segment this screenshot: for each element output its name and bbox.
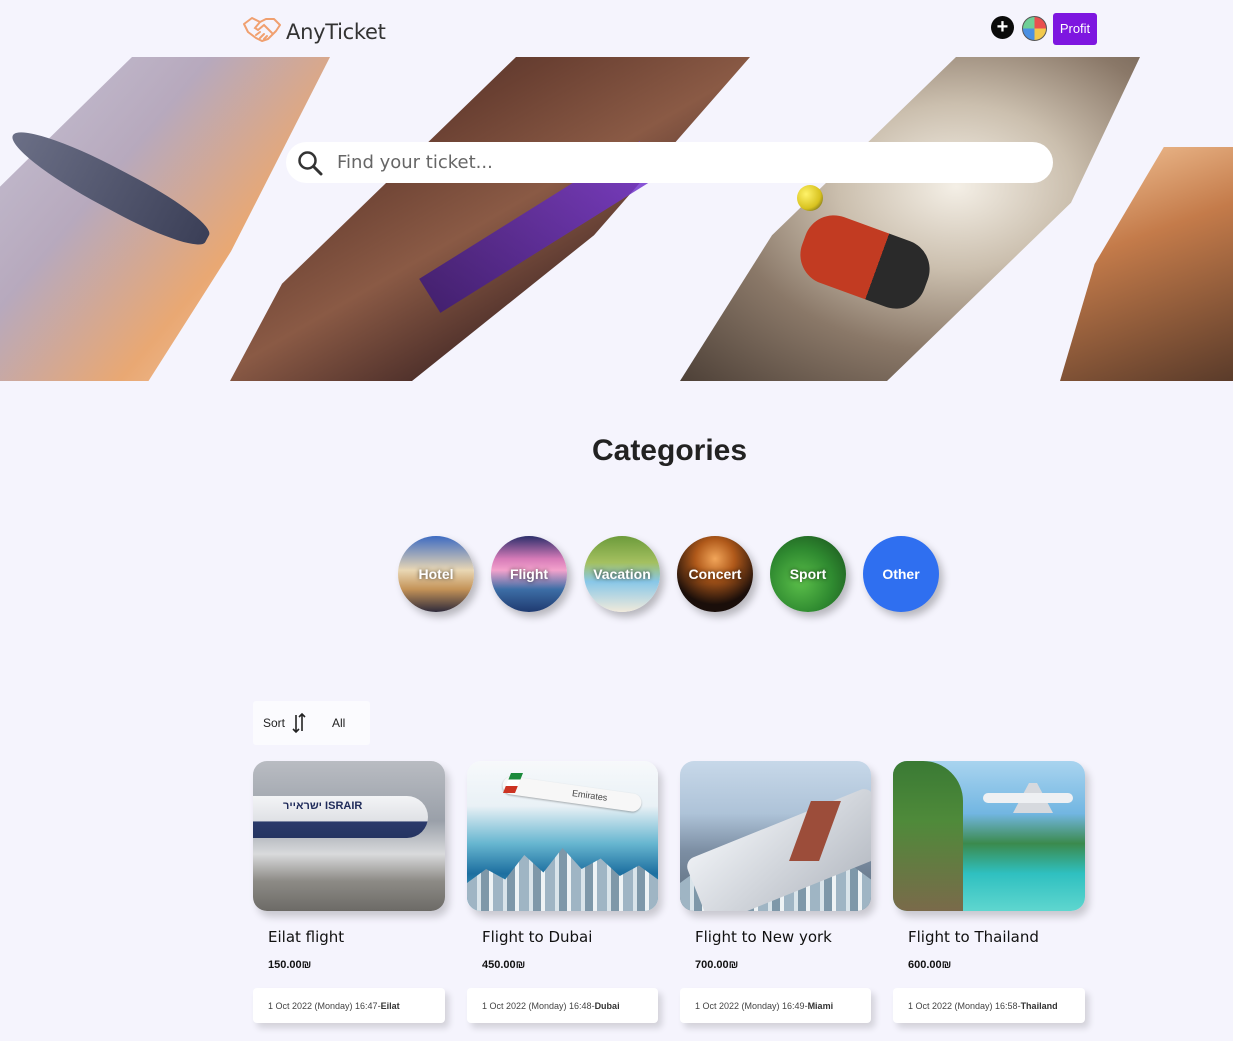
ticket-card[interactable]: ישראייר ISRAIR Eilat flight 150.00₪ 1 Oc… <box>253 761 445 1023</box>
football-splash-image <box>680 57 1140 381</box>
sort-arrows-icon[interactable] <box>291 712 307 734</box>
ticket-date: 1 Oct 2022 (Monday) 16:48- <box>482 1000 595 1011</box>
hero-banner <box>0 57 1233 381</box>
brand-logo[interactable]: AnyTicket <box>242 14 386 49</box>
football-ball <box>797 185 823 211</box>
category-list: Hotel Flight Vacation Concert Sport Othe… <box>398 536 939 612</box>
category-concert[interactable]: Concert <box>677 536 753 612</box>
ticket-footer: 1 Oct 2022 (Monday) 16:47- Eilat <box>253 988 445 1023</box>
ticket-date: 1 Oct 2022 (Monday) 16:47- <box>268 1000 381 1011</box>
filter-all[interactable]: All <box>332 716 345 730</box>
ticket-card[interactable]: Flight to New york 700.00₪ 1 Oct 2022 (M… <box>680 761 871 1023</box>
emirates-plane: Emirates <box>501 775 643 813</box>
ticket-date: 1 Oct 2022 (Monday) 16:58- <box>908 1000 1021 1011</box>
ticket-title[interactable]: Flight to Thailand <box>908 928 1085 946</box>
sort-label[interactable]: Sort <box>263 716 285 730</box>
ticket-card[interactable]: Emirates Flight to Dubai 450.00₪ 1 Oct 2… <box>467 761 658 1023</box>
categories-title: Categories <box>591 434 748 467</box>
plane-livery-text: Emirates <box>571 788 609 803</box>
handshake-icon <box>242 14 282 49</box>
ticket-location: Eilat <box>380 1000 400 1011</box>
ticket-price: 700.00₪ <box>695 959 739 971</box>
ticket-price: 600.00₪ <box>908 959 952 971</box>
limestone-cliff <box>893 761 963 911</box>
category-flight[interactable]: Flight <box>491 536 567 612</box>
ticket-price: 450.00₪ <box>482 959 526 971</box>
ticket-location: Dubai <box>594 1000 620 1011</box>
brand-name: AnyTicket <box>286 19 386 44</box>
search-input[interactable] <box>337 152 1017 173</box>
ticket-image[interactable] <box>680 761 871 911</box>
ticket-title[interactable]: Eilat flight <box>268 928 445 946</box>
ticket-date: 1 Oct 2022 (Monday) 16:49- <box>695 1000 808 1011</box>
ticket-image[interactable]: ישראייר ISRAIR <box>253 761 445 911</box>
ticket-image[interactable] <box>893 761 1085 911</box>
category-sport[interactable]: Sport <box>770 536 846 612</box>
category-vacation[interactable]: Vacation <box>584 536 660 612</box>
category-other[interactable]: Other <box>863 536 939 612</box>
israir-plane: ישראייר ISRAIR <box>253 796 428 838</box>
ticket-card[interactable]: Flight to Thailand 600.00₪ 1 Oct 2022 (M… <box>893 761 1085 1023</box>
ticket-price: 150.00₪ <box>268 959 312 971</box>
user-avatar[interactable] <box>1022 16 1047 41</box>
hotel-splash-image <box>230 57 750 381</box>
ticket-footer: 1 Oct 2022 (Monday) 16:49- Miami <box>680 988 871 1023</box>
ticket-footer: 1 Oct 2022 (Monday) 16:48- Dubai <box>467 988 658 1023</box>
ticket-location: Miami <box>807 1000 834 1011</box>
concert-splash-image <box>1060 147 1233 381</box>
top-navbar: AnyTicket + Profit <box>0 0 1233 57</box>
search-bar <box>286 142 1053 183</box>
ticket-title[interactable]: Flight to New york <box>695 928 871 946</box>
sort-bar: Sort All <box>253 701 370 745</box>
ticket-title[interactable]: Flight to Dubai <box>482 928 658 946</box>
profit-button[interactable]: Profit <box>1053 13 1097 45</box>
ticket-image[interactable]: Emirates <box>467 761 658 911</box>
ticket-location: Thailand <box>1020 1000 1058 1011</box>
category-hotel[interactable]: Hotel <box>398 536 474 612</box>
ticket-footer: 1 Oct 2022 (Monday) 16:58- Thailand <box>893 988 1085 1023</box>
search-icon[interactable] <box>297 150 323 176</box>
add-ticket-button[interactable]: + <box>991 16 1014 39</box>
ticket-list: ישראייר ISRAIR Eilat flight 150.00₪ 1 Oc… <box>253 761 1085 1023</box>
plane-livery-text: ישראייר ISRAIR <box>283 800 363 812</box>
airplane-body <box>983 793 1073 803</box>
dubai-skyline <box>467 848 658 911</box>
